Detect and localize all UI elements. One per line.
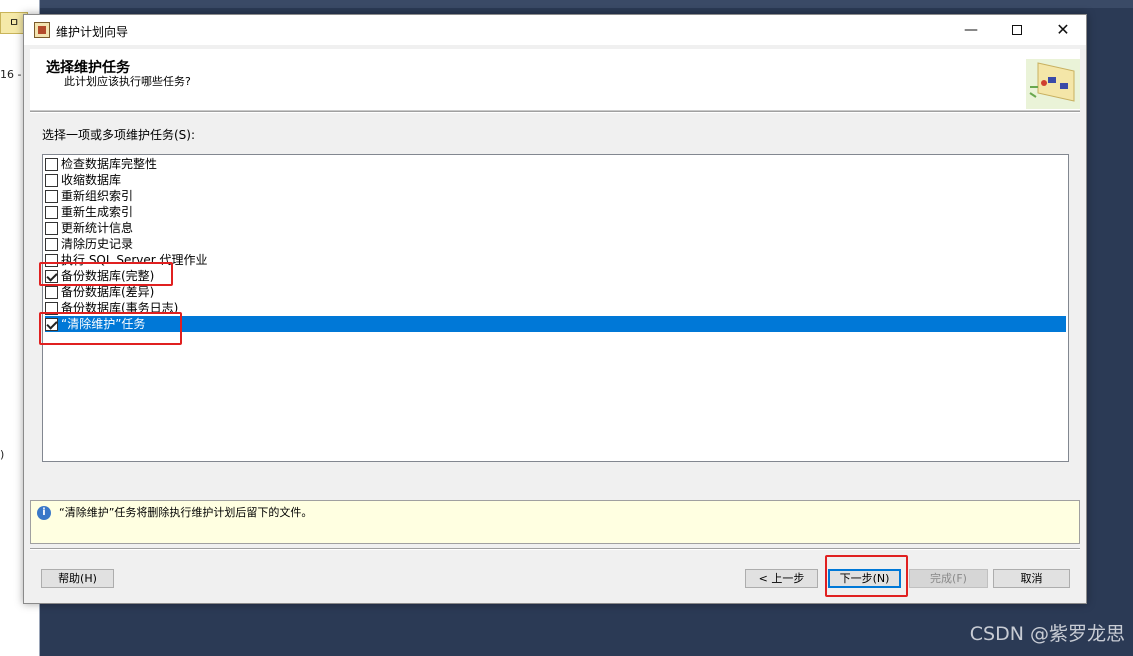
watermark: CSDN @紫罗龙思	[969, 623, 1125, 645]
task-description-panel: i “清除维护”任务将删除执行维护计划后留下的文件。	[30, 500, 1080, 544]
task-checkbox[interactable]	[45, 206, 58, 219]
task-label: 检查数据库完整性	[61, 157, 158, 171]
minimize-button[interactable]: —	[948, 15, 994, 45]
list-item[interactable]: 执行 SQL Server 代理作业	[45, 252, 1066, 268]
list-item[interactable]: 收缩数据库	[45, 172, 1066, 188]
background-text: )	[0, 448, 5, 461]
help-button[interactable]: 帮助(H)	[41, 569, 114, 588]
list-item-selected[interactable]: “清除维护”任务	[45, 316, 1066, 332]
highlight-box	[825, 555, 908, 597]
task-checkbox[interactable]	[45, 158, 58, 171]
list-item[interactable]: 备份数据库(差异)	[45, 284, 1066, 300]
task-label: 收缩数据库	[61, 173, 122, 187]
highlight-box	[39, 262, 173, 286]
task-label: 重新生成索引	[61, 205, 134, 219]
title-bar[interactable]: 维护计划向导 — ✕	[24, 15, 1086, 45]
maximize-icon	[1012, 25, 1022, 35]
window-title: 维护计划向导	[56, 25, 129, 39]
task-label: 清除历史记录	[61, 237, 134, 251]
task-checkbox[interactable]	[45, 222, 58, 235]
wizard-graphic-icon	[1026, 59, 1080, 109]
maximize-button[interactable]	[994, 15, 1040, 45]
highlight-box	[39, 312, 182, 345]
footer-divider	[30, 548, 1080, 550]
background-top-bar	[0, 0, 1133, 8]
task-label: 更新统计信息	[61, 221, 134, 235]
task-checkbox[interactable]	[45, 174, 58, 187]
maintenance-task-list[interactable]: 检查数据库完整性 收缩数据库 重新组织索引 重新生成索引 更新统计信息 清除历史…	[42, 154, 1069, 462]
cancel-button[interactable]: 取消	[993, 569, 1070, 588]
list-item[interactable]: 清除历史记录	[45, 236, 1066, 252]
wizard-header: 选择维护任务 此计划应该执行哪些任务?	[30, 49, 1080, 111]
info-icon: i	[37, 506, 51, 520]
list-item[interactable]: 重新组织索引	[45, 188, 1066, 204]
task-list-label: 选择一项或多项维护任务(S):	[42, 128, 196, 142]
task-checkbox[interactable]	[45, 238, 58, 251]
list-item[interactable]: 重新生成索引	[45, 204, 1066, 220]
finish-button[interactable]: 完成(F)	[909, 569, 988, 588]
task-label: 重新组织索引	[61, 189, 134, 203]
task-label: 备份数据库(差异)	[61, 285, 155, 299]
wizard-app-icon	[34, 22, 50, 38]
back-button[interactable]: < 上一步	[745, 569, 818, 588]
list-item[interactable]: 检查数据库完整性	[45, 156, 1066, 172]
background-text: 16 -	[0, 68, 22, 81]
page-subtitle: 此计划应该执行哪些任务?	[64, 75, 191, 88]
list-item[interactable]: 备份数据库(事务日志)	[45, 300, 1066, 316]
task-checkbox[interactable]	[45, 286, 58, 299]
list-item[interactable]: 更新统计信息	[45, 220, 1066, 236]
task-description-text: “清除维护”任务将删除执行维护计划后留下的文件。	[59, 506, 313, 519]
close-button[interactable]: ✕	[1040, 15, 1086, 45]
task-checkbox[interactable]	[45, 190, 58, 203]
header-divider	[30, 111, 1080, 113]
maintenance-plan-wizard-dialog: 维护计划向导 — ✕ 选择维护任务 此计划应该执行哪些任务? 选择一项或多项维护…	[23, 14, 1087, 604]
list-item[interactable]: 备份数据库(完整)	[45, 268, 1066, 284]
